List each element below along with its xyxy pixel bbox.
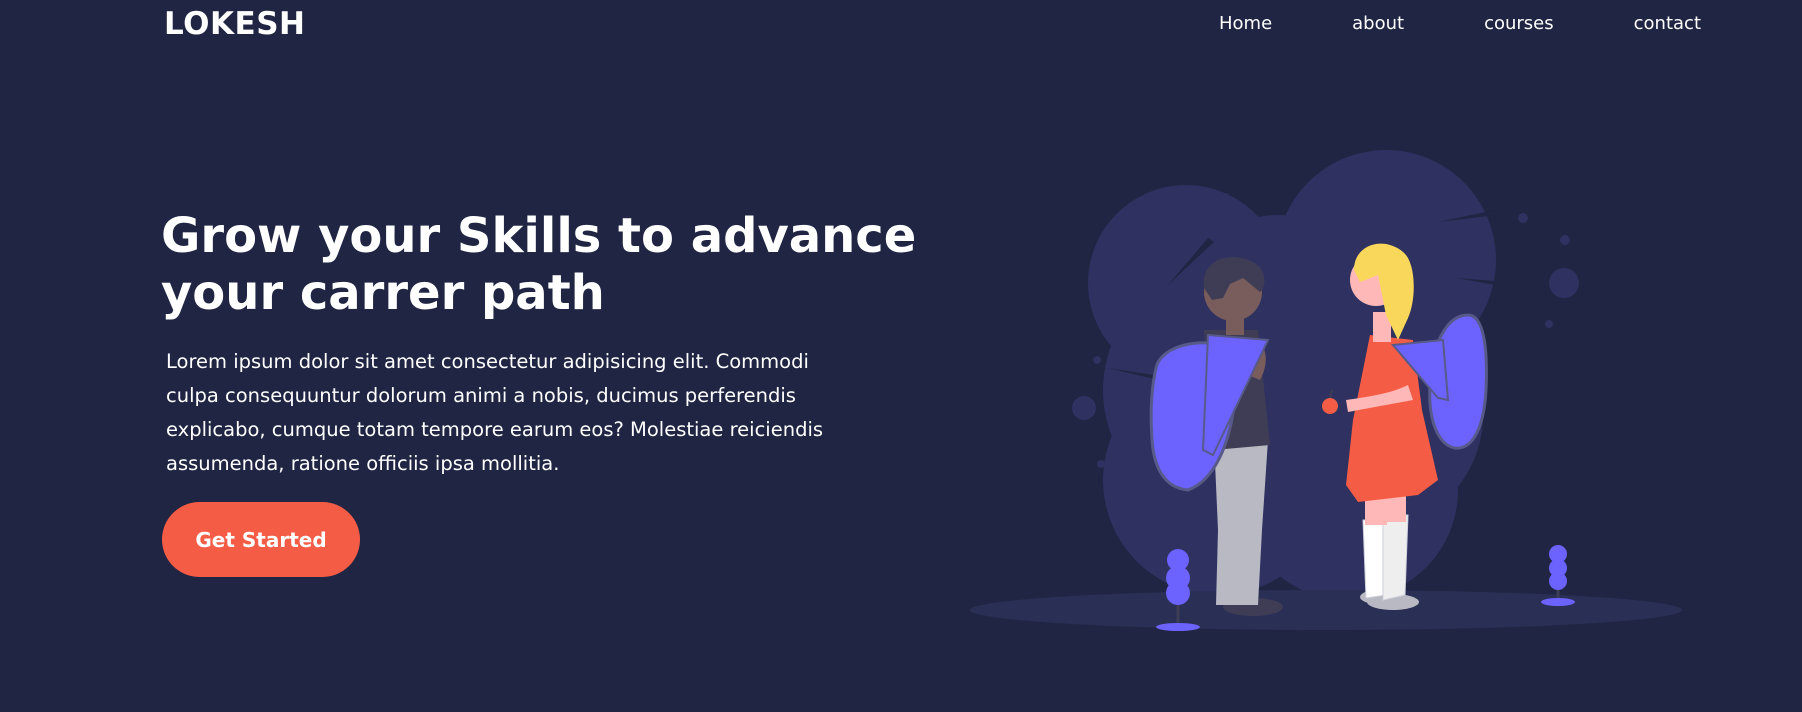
nav-link-about[interactable]: about <box>1352 13 1404 34</box>
nav-links: Home about courses contact <box>1139 13 1701 34</box>
nav-link-home[interactable]: Home <box>1219 13 1272 34</box>
hero-description: Lorem ipsum dolor sit amet consectetur a… <box>166 350 824 475</box>
hero-title-line-1: Grow your Skills to advance <box>161 208 917 264</box>
hero-title-line-2: your carrer path <box>161 265 605 321</box>
navbar: LOKESH Home about courses contact <box>0 0 1802 50</box>
get-started-button[interactable]: Get Started <box>162 502 360 577</box>
nav-link-contact[interactable]: contact <box>1634 13 1701 34</box>
students-with-backpacks-illustration <box>970 150 1682 631</box>
logo[interactable]: LOKESH <box>164 6 305 42</box>
hero-title: Grow your Skills to advance your carrer … <box>161 208 921 322</box>
nav-link-courses[interactable]: courses <box>1484 13 1554 34</box>
